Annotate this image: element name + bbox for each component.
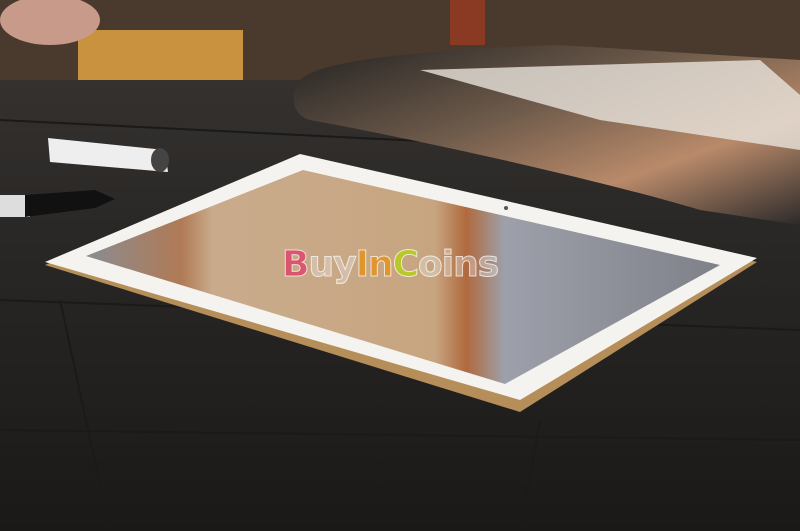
watermark-part: uy [308, 244, 357, 286]
background-object [450, 0, 485, 45]
watermark-part: C [392, 244, 419, 286]
front-camera [504, 206, 508, 210]
product-photo: BuyInCoins [0, 0, 800, 531]
watermark-part: oins [418, 244, 500, 286]
watermark-part: B [281, 244, 309, 286]
flower-box [78, 30, 243, 80]
watermark-logo: BuyInCoins [281, 244, 500, 286]
watermark-part: In [355, 244, 394, 286]
